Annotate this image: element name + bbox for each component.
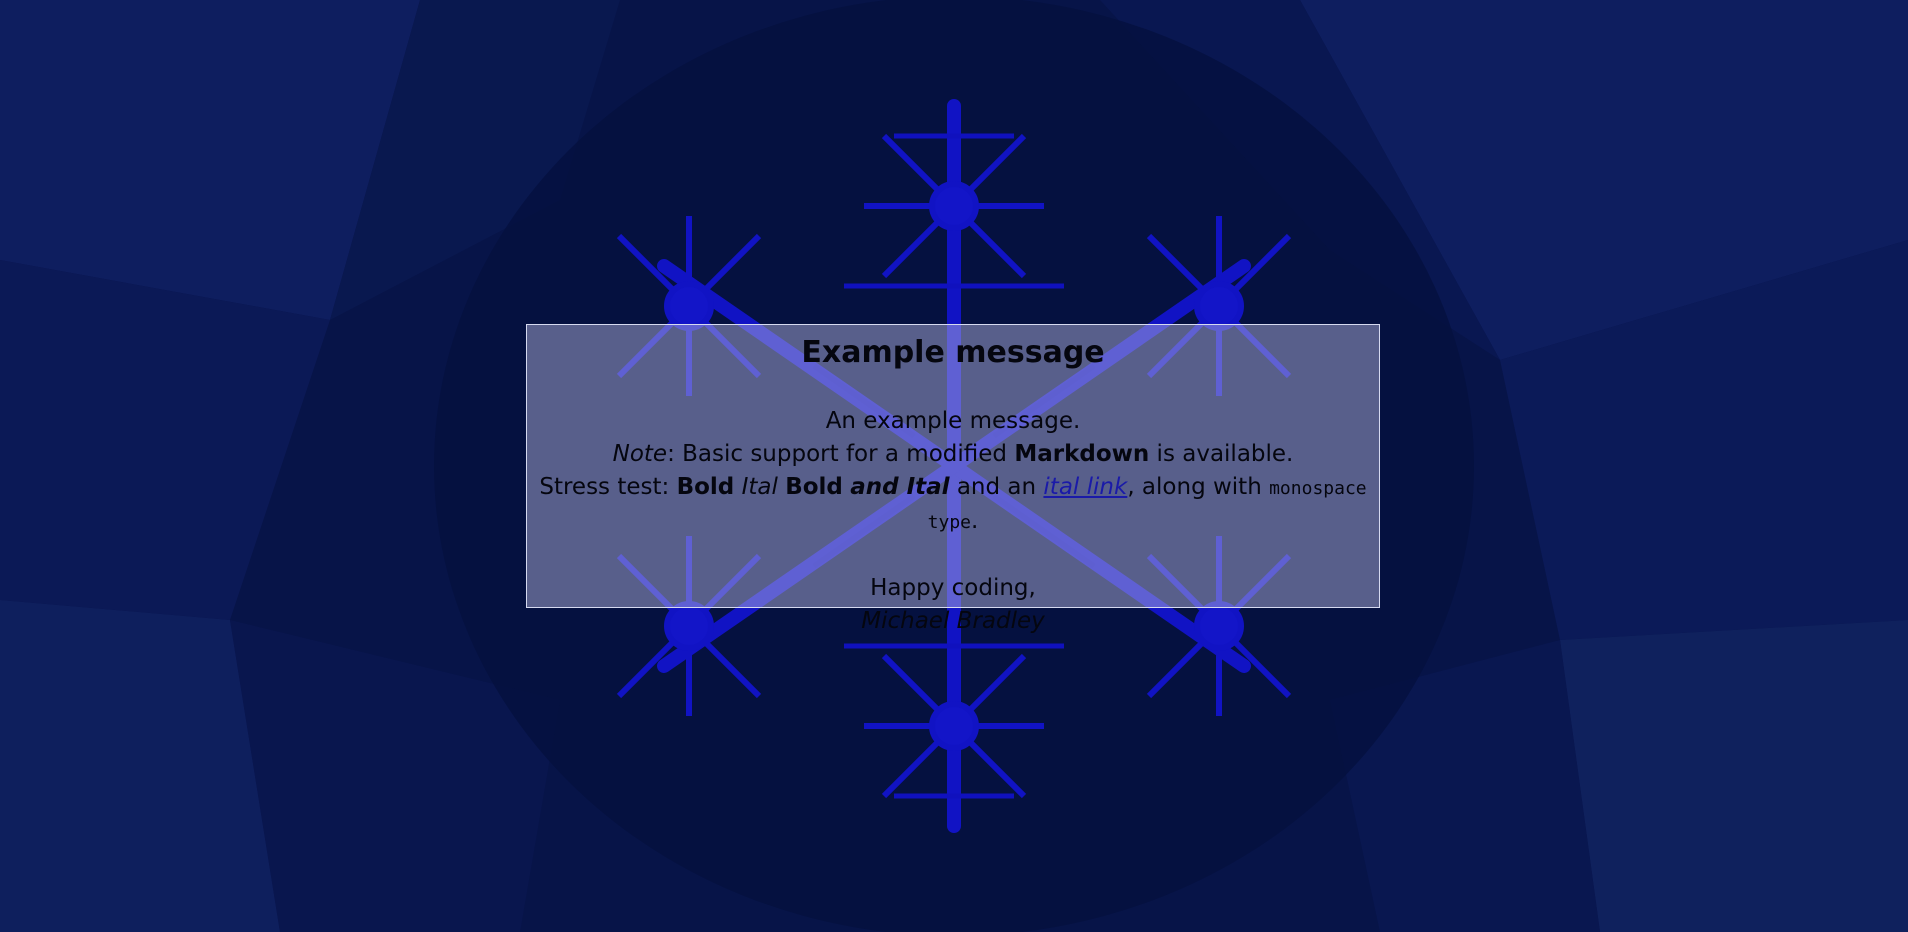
closing-text: Happy coding, — [870, 575, 1036, 601]
stress-mid: and an — [949, 474, 1044, 500]
note-text-after: is available. — [1149, 441, 1294, 467]
stress-bold-1: Bold — [676, 474, 735, 500]
message-line-2: Note: Basic support for a modified Markd… — [527, 438, 1379, 471]
message-line-3: Stress test: Bold Ital Bold and Ital and… — [527, 471, 1379, 539]
ital-link[interactable]: ital link — [1043, 474, 1127, 500]
message-title: Example message — [801, 335, 1105, 370]
message-body: An example message. Note: Basic support … — [527, 405, 1379, 539]
message-line-1: An example message. — [825, 408, 1081, 434]
stress-prefix: Stress test: — [539, 474, 677, 500]
stress-after-link: , along with — [1127, 474, 1270, 500]
stress-end: . — [971, 508, 979, 534]
note-label: Note — [612, 441, 668, 467]
message-signoff: Happy coding, Michael Bradley — [527, 572, 1379, 638]
markdown-word: Markdown — [1014, 441, 1150, 467]
stress-bold-ital: and Ital — [850, 474, 950, 500]
note-text-before: : Basic support for a modified — [667, 441, 1015, 467]
signature: Michael Bradley — [861, 608, 1045, 634]
message-box: Example message An example message. Note… — [526, 324, 1380, 634]
stress-bold-2: Bold — [785, 474, 843, 500]
stress-ital-1: Ital — [741, 474, 778, 500]
